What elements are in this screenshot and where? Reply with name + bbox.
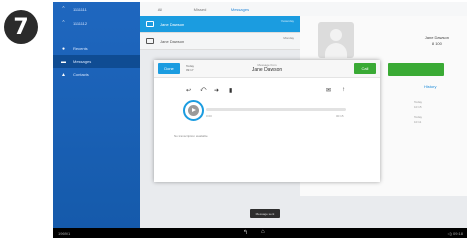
sidebar-line-2[interactable]: ⌃ 1111112 [53, 16, 140, 30]
trash-icon[interactable]: ▮ [229, 87, 232, 94]
chevron-up-icon: ⌃ [61, 6, 66, 12]
sidebar-item-label: Recents [73, 46, 88, 51]
info-line: 10:15 [414, 105, 422, 109]
sidebar-item-recents[interactable]: ● Recents [53, 42, 140, 55]
contact-name-block: Jane Dawson 8 100 [425, 35, 449, 47]
tab-messages[interactable]: Messages [220, 7, 260, 12]
step-number-badge: 7 [4, 10, 38, 44]
envelope-icon[interactable]: ✉ [326, 87, 331, 94]
voicemail-icon [146, 38, 154, 44]
transcription-text: No transcription available [174, 134, 208, 138]
reply-all-icon[interactable]: ⤺ [200, 87, 206, 94]
tab-all[interactable]: All [140, 7, 180, 12]
forward-icon[interactable]: ➜ [214, 87, 219, 94]
list-item-meta: Yesterday [280, 19, 294, 23]
user-icon: ● [61, 45, 66, 52]
play-button[interactable] [188, 105, 199, 116]
sidebar-line-1[interactable]: ⌃ 1111111 [53, 2, 140, 16]
tab-bar: All Missed Messages [140, 2, 467, 16]
list-item-name: Jane Dawson [160, 38, 185, 44]
reply-icon[interactable]: ↩ [186, 87, 191, 94]
sidebar-item-label: Contacts [73, 72, 89, 77]
time-end: 00:15 [336, 114, 344, 118]
list-item[interactable]: Jane Dawson Monday [140, 33, 300, 50]
home-icon[interactable]: ⌂ [261, 229, 265, 235]
tab-missed[interactable]: Missed [180, 7, 220, 12]
system-clock: ◁) 09:18 [447, 231, 463, 236]
status-tooltip: Message sent [250, 209, 280, 218]
dialog-title: Message from Jane Dawson [154, 63, 380, 73]
contact-number: 8 100 [431, 41, 442, 46]
sidebar-item-label: Messages [73, 59, 92, 64]
share-icon[interactable]: ↑ [342, 87, 345, 93]
dialog-header: Done Today 09:17 Message from Jane Dawso… [154, 60, 380, 78]
sidebar-line-label: 1111111 [73, 6, 87, 12]
history-link[interactable]: History [424, 84, 436, 89]
chevron-up-icon: ⌃ [61, 20, 66, 26]
list-item-meta: Monday [283, 36, 294, 40]
time-start: 0:00 [206, 114, 212, 118]
call-button[interactable] [388, 63, 444, 76]
system-bar: 1969/1 ↰ ⌂ ◁) 09:18 [53, 228, 467, 238]
list-item-name: Jane Dawson [160, 21, 185, 27]
dialog-title-name: Jane Dawson [251, 67, 283, 73]
contact-card-icon: ▲ [61, 71, 66, 78]
system-bar-left: 1969/1 [58, 231, 71, 236]
back-icon[interactable]: ↰ [243, 229, 248, 236]
sidebar-line-label: 1111112 [73, 20, 88, 26]
envelope-icon: ▬ [61, 58, 66, 65]
dialog-call-button[interactable]: Call [354, 63, 376, 74]
sidebar: ⌃ 1111111 ⌃ 1111112 ● Recents ▬ Messages… [53, 2, 140, 228]
call-info: Today 10:15 Today 10:11 [414, 100, 422, 125]
message-list: Jane Dawson Yesterday Jane Dawson Monday [140, 16, 300, 50]
list-item[interactable]: Jane Dawson Yesterday [140, 16, 300, 33]
sidebar-item-contacts[interactable]: ▲ Contacts [53, 68, 140, 81]
voicemail-icon [146, 21, 154, 27]
info-line: 10:11 [414, 120, 422, 124]
sidebar-item-messages[interactable]: ▬ Messages [53, 55, 140, 68]
voicemail-dialog: Done Today 09:17 Message from Jane Dawso… [154, 60, 380, 182]
playback-progress[interactable] [206, 108, 346, 111]
avatar [318, 22, 354, 58]
device-screen: ⌃ 1111111 ⌃ 1111112 ● Recents ▬ Messages… [53, 2, 467, 238]
